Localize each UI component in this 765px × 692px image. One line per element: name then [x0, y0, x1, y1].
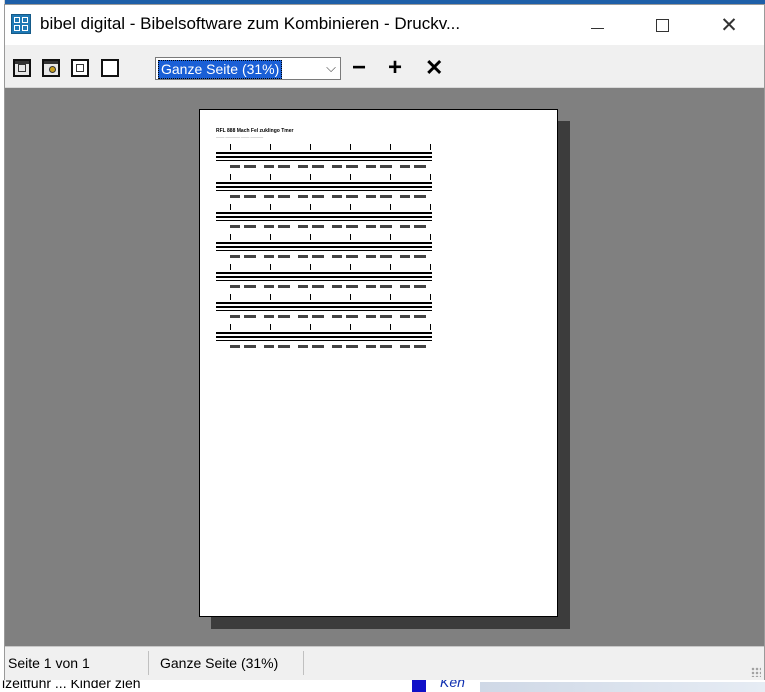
status-page-info: Seite 1 von 1	[5, 651, 149, 675]
staff-line	[216, 340, 432, 341]
background-strip	[480, 682, 765, 692]
staff-line	[216, 336, 432, 338]
staff-line	[216, 242, 432, 244]
status-zoom-info: Ganze Seite (31%)	[149, 651, 304, 675]
status-bar: Seite 1 von 1 Ganze Seite (31%)	[5, 646, 764, 680]
staff-line	[216, 182, 432, 184]
maximize-button[interactable]	[639, 5, 685, 45]
staff-line	[216, 152, 432, 154]
staff-line	[216, 306, 432, 308]
toolbar: Ganze Seite (31%) ⌵ − + ✕	[5, 45, 764, 88]
print-preview-window: bibel digital - Bibelsoftware zum Kombin…	[4, 4, 765, 680]
staff-line	[216, 246, 432, 248]
staff-notes	[216, 144, 432, 150]
minimize-icon	[590, 27, 604, 29]
staff-notes	[216, 264, 432, 270]
background-text: izeitführ ... Kinder zieh	[2, 680, 141, 691]
staff-lyrics	[230, 315, 430, 318]
staff-line	[216, 280, 432, 281]
staff-notes	[216, 294, 432, 300]
staff-line	[216, 212, 432, 214]
staff-line	[216, 160, 432, 161]
staff-notes	[216, 204, 432, 210]
background-ref: Ken	[440, 680, 465, 690]
preview-page: RFL 888 Mach Fel zuklingo Tmer ──── ────…	[199, 109, 558, 617]
preview-area[interactable]: RFL 888 Mach Fel zuklingo Tmer ──── ────…	[5, 88, 764, 646]
page-subheading: ──── ─────── ──── ──────	[216, 135, 264, 139]
staff-line	[216, 276, 432, 278]
single-page-icon	[76, 64, 84, 72]
zoom-select[interactable]: Ganze Seite (31%) ⌵	[155, 57, 341, 80]
page-setup-icon-dot	[49, 66, 56, 73]
chevron-down-icon[interactable]: ⌵	[326, 60, 336, 76]
maximize-icon	[655, 18, 669, 32]
staff-lyrics	[230, 225, 430, 228]
staff-lyrics	[230, 165, 430, 168]
page-setup-button[interactable]	[42, 59, 60, 77]
background-window-bottom: izeitführ ... Kinder zieh Ken	[0, 680, 765, 692]
staff-line	[216, 190, 432, 191]
minimize-button[interactable]	[574, 5, 620, 45]
staff-line	[216, 272, 432, 274]
single-page-button[interactable]	[71, 59, 89, 77]
resize-grip-icon[interactable]	[751, 667, 761, 677]
title-bar[interactable]: bibel digital - Bibelsoftware zum Kombin…	[5, 5, 764, 45]
staff-line	[216, 250, 432, 251]
staff-lyrics	[230, 285, 430, 288]
window-title: bibel digital - Bibelsoftware zum Kombin…	[40, 14, 461, 33]
staff-line	[216, 216, 432, 218]
full-page-button[interactable]	[101, 59, 119, 77]
staff-lyrics	[230, 195, 430, 198]
zoom-out-button[interactable]: −	[352, 56, 366, 80]
zoom-in-button[interactable]: +	[388, 56, 402, 80]
grid-app-icon	[11, 14, 31, 34]
staff-line	[216, 332, 432, 334]
staff-line	[216, 186, 432, 188]
close-icon: ✕	[720, 13, 738, 37]
staff-lyrics	[230, 345, 430, 348]
staff-notes	[216, 234, 432, 240]
staff-line	[216, 220, 432, 221]
staff-line	[216, 302, 432, 304]
staff-notes	[216, 174, 432, 180]
page-setup-icon	[44, 61, 58, 64]
background-marker	[412, 680, 426, 692]
close-window-button[interactable]: ✕	[706, 5, 752, 45]
page-heading: RFL 888 Mach Fel zuklingo Tmer	[216, 128, 294, 134]
print-icon-body	[18, 64, 26, 72]
staff-line	[216, 156, 432, 158]
print-button[interactable]	[13, 59, 31, 77]
staff-notes	[216, 324, 432, 330]
staff-line	[216, 310, 432, 311]
zoom-select-value: Ganze Seite (31%)	[158, 60, 283, 79]
close-preview-button[interactable]: ✕	[425, 57, 443, 79]
staff-lyrics	[230, 255, 430, 258]
